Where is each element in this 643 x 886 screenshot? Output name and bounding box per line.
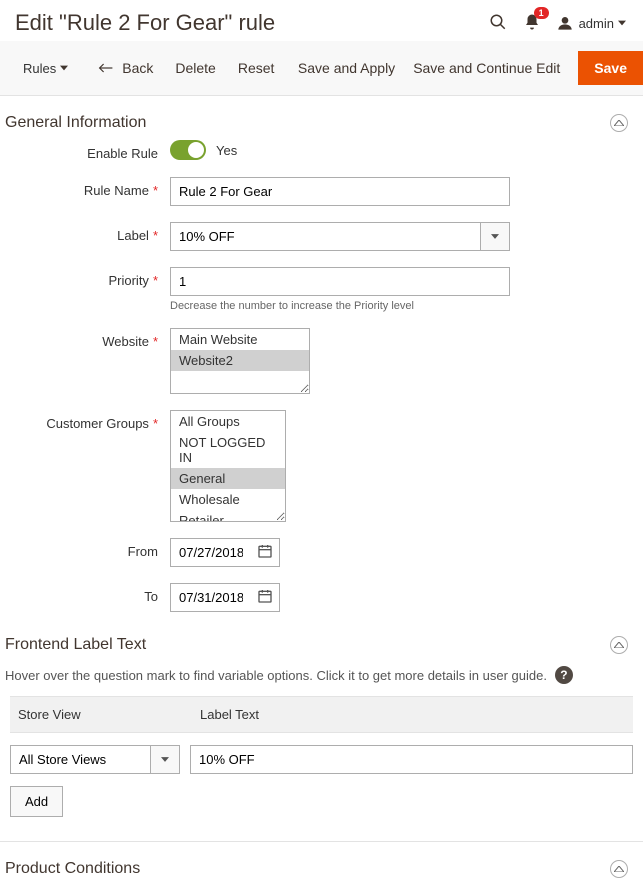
customer-group-option[interactable]: Retailer xyxy=(171,510,285,522)
customer-groups-label: Customer Groups xyxy=(46,416,149,431)
delete-button[interactable]: Delete xyxy=(175,60,215,76)
enable-rule-value: Yes xyxy=(216,143,237,158)
label-text-header: Label Text xyxy=(200,707,633,722)
notification-badge: 1 xyxy=(534,7,549,19)
save-continue-button[interactable]: Save and Continue Edit xyxy=(413,60,560,76)
conditions-section-header: Product Conditions xyxy=(0,841,643,886)
user-name: admin xyxy=(579,16,614,31)
reset-button[interactable]: Reset xyxy=(238,60,275,76)
priority-hint: Decrease the number to increase the Prio… xyxy=(170,300,510,312)
section-title: Frontend Label Text xyxy=(5,636,146,654)
save-apply-button[interactable]: Save and Apply xyxy=(298,60,395,76)
page-title: Edit "Rule 2 For Gear" rule xyxy=(15,10,275,36)
customer-group-option[interactable]: NOT LOGGED IN xyxy=(171,432,285,468)
to-label: To xyxy=(0,583,170,604)
header-actions: 1 admin xyxy=(489,13,628,34)
back-button[interactable]: Back xyxy=(98,60,153,76)
store-view-header: Store View xyxy=(10,707,200,722)
customer-groups-multiselect[interactable]: All Groups NOT LOGGED IN General Wholesa… xyxy=(170,410,286,522)
priority-input[interactable] xyxy=(170,267,510,296)
website-label: Website xyxy=(102,334,149,349)
customer-group-option[interactable]: All Groups xyxy=(171,411,285,432)
store-view-select[interactable] xyxy=(10,745,180,774)
arrow-left-icon xyxy=(98,62,114,74)
search-icon[interactable] xyxy=(489,13,507,34)
collapse-icon[interactable] xyxy=(610,860,628,878)
enable-rule-toggle[interactable] xyxy=(170,140,206,160)
rule-name-input[interactable] xyxy=(170,177,510,206)
customer-group-option[interactable]: General xyxy=(171,468,285,489)
chevron-down-icon xyxy=(618,19,626,27)
page-header: Edit "Rule 2 For Gear" rule 1 admin xyxy=(0,0,643,41)
chevron-down-icon[interactable] xyxy=(150,745,180,774)
general-section-body: Enable Rule Yes Rule Name* Label* Priori… xyxy=(0,140,643,612)
rule-name-label: Rule Name xyxy=(84,183,149,198)
section-title: General Information xyxy=(5,114,146,132)
priority-label: Priority xyxy=(108,273,148,288)
action-toolbar: Rules Back Delete Reset Save and Apply S… xyxy=(0,41,643,96)
website-option[interactable]: Website2 xyxy=(171,350,309,371)
label-label: Label xyxy=(117,228,149,243)
collapse-icon[interactable] xyxy=(610,114,628,132)
label-text-input[interactable] xyxy=(190,745,633,774)
collapse-icon[interactable] xyxy=(610,636,628,654)
notifications-icon[interactable]: 1 xyxy=(523,13,541,34)
website-option[interactable]: Main Website xyxy=(171,329,309,350)
frontend-table: Store View Label Text Add xyxy=(0,696,643,831)
calendar-icon[interactable] xyxy=(251,543,279,562)
label-select[interactable] xyxy=(170,222,510,251)
frontend-note: Hover over the question mark to find var… xyxy=(0,662,643,696)
customer-group-option[interactable]: Wholesale xyxy=(171,489,285,510)
general-section-header: General Information xyxy=(0,96,643,140)
from-label: From xyxy=(0,538,170,559)
save-button[interactable]: Save xyxy=(578,51,643,85)
help-icon[interactable]: ? xyxy=(555,666,573,684)
table-row xyxy=(10,733,633,786)
chevron-down-icon[interactable] xyxy=(480,222,510,251)
calendar-icon[interactable] xyxy=(251,588,279,607)
chevron-down-icon xyxy=(60,64,68,72)
user-menu[interactable]: admin xyxy=(557,15,628,31)
frontend-section-header: Frontend Label Text xyxy=(0,628,643,662)
rules-dropdown[interactable]: Rules xyxy=(15,57,76,80)
section-title: Product Conditions xyxy=(5,860,140,878)
from-date-input[interactable] xyxy=(171,539,251,566)
to-date-input[interactable] xyxy=(171,584,251,611)
website-multiselect[interactable]: Main Website Website2 xyxy=(170,328,310,394)
enable-rule-label: Enable Rule xyxy=(0,140,170,161)
add-button[interactable]: Add xyxy=(10,786,63,817)
